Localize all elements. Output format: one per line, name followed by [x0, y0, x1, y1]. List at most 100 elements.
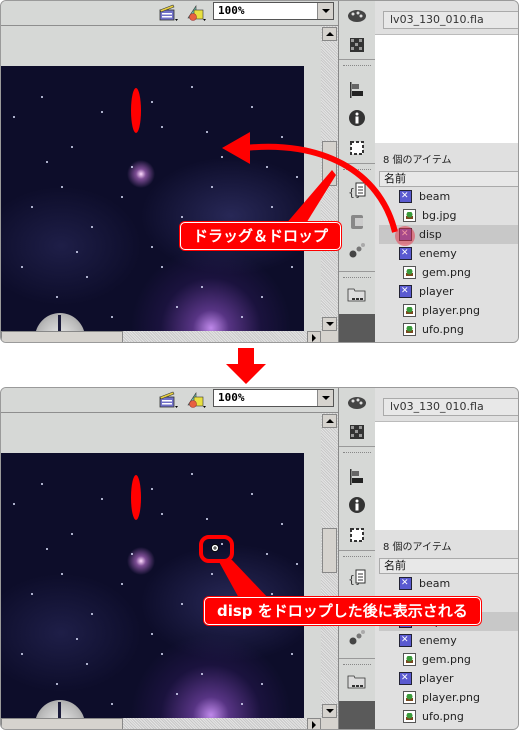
star	[251, 493, 253, 495]
behaviors-icon[interactable]	[347, 241, 367, 259]
info-icon[interactable]	[347, 109, 367, 127]
star	[46, 548, 48, 550]
library-item-name: bg.jpg	[422, 209, 457, 222]
vertical-scroll-thumb[interactable]	[322, 141, 337, 186]
vertical-scrollbar[interactable]	[321, 26, 338, 331]
bitmap-icon	[403, 323, 416, 336]
library-item[interactable]: player	[379, 282, 518, 301]
zoom-dropdown-button[interactable]	[317, 3, 333, 19]
star	[211, 573, 213, 575]
star	[111, 316, 113, 318]
library-item-name: gem.png	[422, 653, 471, 666]
swatches-icon[interactable]	[347, 36, 367, 54]
zoom-select[interactable]: 100%	[213, 389, 334, 407]
library-item-name: beam	[419, 190, 451, 203]
library-item[interactable]: player.png	[379, 688, 518, 707]
library-item-list: beam bg.jpg disp enemy gem.png player player.p…	[379, 187, 518, 339]
library-item-name: player.png	[422, 691, 481, 704]
bitmap-icon	[403, 304, 416, 317]
bitmap-icon	[403, 710, 416, 723]
library-item[interactable]: enemy	[379, 244, 518, 263]
align-icon[interactable]	[347, 81, 367, 99]
beam-sprite[interactable]	[131, 88, 141, 133]
transform-icon[interactable]	[347, 139, 367, 157]
library-item[interactable]: beam	[379, 574, 518, 593]
transform-icon[interactable]	[347, 526, 367, 544]
scroll-right-button[interactable]	[307, 331, 321, 342]
library-item[interactable]: player	[379, 669, 518, 688]
library-column-name[interactable]: 名前	[379, 171, 518, 187]
library-item[interactable]: beam	[379, 187, 518, 206]
library-item[interactable]: bg.jpg	[379, 206, 518, 225]
behaviors-icon[interactable]	[347, 628, 367, 646]
library-item[interactable]: gem.png	[379, 650, 518, 669]
horizontal-scrollbar[interactable]	[1, 718, 338, 729]
library-item[interactable]: enemy	[379, 631, 518, 650]
scroll-corner	[321, 331, 338, 342]
library-item[interactable]: player.png	[379, 301, 518, 320]
components-icon[interactable]	[347, 213, 367, 231]
library-item[interactable]: disp	[379, 225, 518, 244]
scroll-down-button[interactable]	[322, 317, 337, 331]
edit-symbols-icon[interactable]	[186, 4, 206, 22]
vertical-scroll-thumb[interactable]	[322, 528, 337, 573]
zoom-select[interactable]: 100%	[213, 2, 334, 20]
scroll-up-button[interactable]	[322, 27, 337, 41]
edit-symbols-icon[interactable]	[186, 391, 206, 409]
library-item-name: player.png	[422, 304, 481, 317]
color-palette-icon[interactable]	[347, 394, 367, 412]
screenshot-after: 100% {} lv03_130_010.fla 8 個のアイテム 名前 ✕ b…	[0, 387, 519, 730]
library-item[interactable]: gem.png	[379, 263, 518, 282]
library-item[interactable]: ufo.png	[379, 320, 518, 339]
library-item-name: ufo.png	[422, 710, 464, 723]
library-icon[interactable]	[347, 286, 367, 304]
star	[86, 663, 88, 665]
actions-icon[interactable]: {}	[347, 181, 367, 199]
stage-area[interactable]	[1, 413, 321, 726]
star	[41, 96, 43, 98]
library-item-name: beam	[419, 577, 451, 590]
star	[86, 276, 88, 278]
scroll-down-button[interactable]	[322, 704, 337, 718]
bitmap-icon	[403, 209, 416, 222]
star	[31, 206, 33, 208]
star	[131, 553, 133, 555]
vertical-scrollbar[interactable]	[321, 413, 338, 718]
info-icon[interactable]	[347, 496, 367, 514]
scroll-corner	[321, 718, 338, 729]
star	[71, 533, 73, 535]
library-column-name[interactable]: 名前	[379, 558, 518, 574]
edit-scene-icon[interactable]	[158, 4, 178, 22]
stage-area[interactable]	[1, 26, 321, 339]
library-item-count: 8 個のアイテム	[383, 155, 452, 166]
horizontal-scroll-thumb[interactable]	[1, 718, 123, 729]
down-arrow-indicator	[226, 348, 266, 384]
star	[56, 683, 58, 685]
scroll-up-button[interactable]	[322, 414, 337, 428]
star	[291, 653, 293, 655]
beam-sprite[interactable]	[131, 475, 141, 520]
star	[221, 543, 223, 545]
zoom-value: 100%	[218, 4, 245, 17]
actions-icon[interactable]: {}	[347, 568, 367, 586]
horizontal-scrollbar[interactable]	[1, 331, 338, 342]
horizontal-scroll-thumb[interactable]	[1, 331, 123, 342]
align-icon[interactable]	[347, 468, 367, 486]
color-palette-icon[interactable]	[347, 7, 367, 25]
stage-background-image	[1, 453, 304, 726]
library-item[interactable]: ufo.png	[379, 707, 518, 726]
zoom-dropdown-button[interactable]	[317, 390, 333, 406]
library-preview	[375, 421, 518, 530]
library-document-select[interactable]: lv03_130_010.fla	[383, 11, 518, 29]
library-item-name: disp	[419, 228, 442, 241]
edit-scene-icon[interactable]	[158, 391, 178, 409]
star	[41, 483, 43, 485]
scroll-right-button[interactable]	[307, 718, 321, 729]
star	[206, 131, 208, 133]
library-document-select[interactable]: lv03_130_010.fla	[383, 398, 518, 416]
star	[21, 653, 23, 655]
star	[161, 653, 163, 655]
library-preview	[375, 34, 518, 143]
library-icon[interactable]	[347, 673, 367, 691]
swatches-icon[interactable]	[347, 423, 367, 441]
